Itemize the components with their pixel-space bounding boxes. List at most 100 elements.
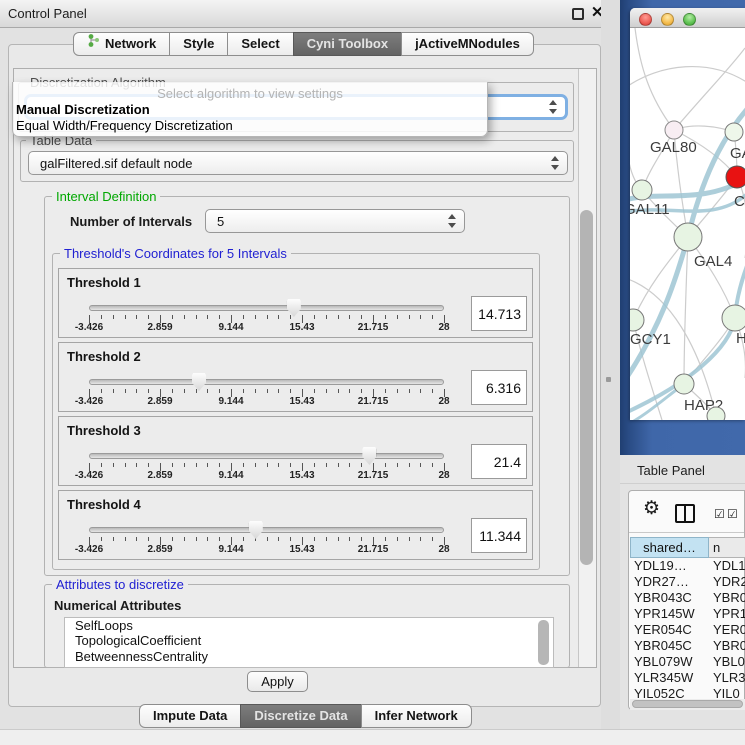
tick-mark [420, 537, 421, 541]
tick-mark [125, 315, 126, 319]
tab-label: Infer Network [375, 705, 458, 727]
tick-mark [349, 463, 350, 467]
tick-mark [148, 463, 149, 467]
network-node-hap2[interactable] [674, 374, 694, 394]
network-window[interactable]: GAL80GACGAL11GAL4GCY1HHAP2 [630, 8, 745, 420]
tick-mark [338, 315, 339, 319]
table-row[interactable]: YIL052CYIL0 [630, 686, 745, 699]
zoom-traffic-light-icon[interactable] [683, 13, 696, 26]
tick-mark [420, 389, 421, 393]
tick-mark [314, 463, 315, 467]
table-row[interactable]: YLR345WYLR3 [630, 670, 745, 686]
tick-label: 21.715 [358, 322, 389, 333]
network-node-c[interactable] [726, 166, 745, 188]
network-node-label: GA [730, 145, 745, 162]
threshold-slider-track[interactable] [89, 305, 444, 311]
threshold-slider-thumb[interactable] [362, 447, 376, 465]
settings-scrollbar-thumb[interactable] [580, 210, 593, 565]
tick-mark [196, 463, 197, 467]
close-traffic-light-icon[interactable] [639, 13, 652, 26]
network-node[interactable] [707, 407, 725, 420]
checkbox-icon[interactable]: ☑ [714, 507, 725, 521]
popup-item-manual-discretization[interactable]: Manual Discretization [16, 102, 150, 117]
checkbox-icon[interactable]: ☑ [727, 507, 738, 521]
tab-impute-data[interactable]: Impute Data [139, 704, 241, 728]
threshold-slider-track[interactable] [89, 379, 444, 385]
cell-name: YDR2 [713, 574, 745, 589]
splitter-handle-icon[interactable] [606, 377, 611, 382]
apply-button[interactable]: Apply [247, 671, 308, 692]
threshold-value-field[interactable]: 6.316 [471, 370, 527, 405]
threshold-box-1: Threshold 1-3.4262.8599.14415.4321.71528… [58, 268, 533, 338]
tick-mark [184, 389, 185, 393]
network-node-gal4[interactable] [674, 223, 702, 251]
threshold-box-3: Threshold 3-3.4262.8599.14415.4321.71528… [58, 416, 533, 486]
tick-mark [314, 537, 315, 541]
threshold-slider-thumb[interactable] [287, 299, 301, 317]
network-node-gcy1[interactable] [630, 309, 644, 331]
column-header-shared-name[interactable]: shared… [630, 537, 709, 558]
table-row[interactable]: YER054CYER0 [630, 622, 745, 638]
tick-mark [196, 537, 197, 541]
table-hscrollbar-thumb[interactable] [632, 700, 743, 708]
numerical-attributes-list[interactable]: SelfLoopsTopologicalCoefficientBetweenne… [64, 617, 554, 668]
tab-discretize-data[interactable]: Discretize Data [240, 704, 361, 728]
tab-infer-network[interactable]: Infer Network [361, 704, 472, 728]
table-row[interactable]: YBR043CYBR0 [630, 590, 745, 606]
tab-select[interactable]: Select [227, 32, 293, 56]
cell-name: YER0 [713, 622, 745, 637]
panel-splitter[interactable] [601, 0, 620, 745]
network-window-titlebar[interactable] [630, 8, 745, 28]
threshold-value-field[interactable]: 21.4 [471, 444, 527, 479]
threshold-value-field[interactable]: 11.344 [471, 518, 527, 553]
table-row[interactable]: YBR045CYBR0 [630, 638, 745, 654]
tick-label: 21.715 [358, 470, 389, 481]
number-of-intervals-combo[interactable]: 5 [205, 209, 465, 233]
tab-network[interactable]: Network [73, 32, 170, 56]
popup-item-equal-width-frequency[interactable]: Equal Width/Frequency Discretization [16, 118, 233, 133]
numerical-attributes-label: Numerical Attributes [54, 598, 181, 613]
tab-label: Impute Data [153, 705, 227, 727]
table-row[interactable]: YDR27…YDR2 [630, 574, 745, 590]
tab-cyni-toolbox[interactable]: Cyni Toolbox [293, 32, 402, 56]
attribute-item[interactable]: BetweennessCentrality [65, 649, 553, 664]
table-row[interactable]: YPR145WYPR1 [630, 606, 745, 622]
tick-label: 9.144 [218, 470, 243, 481]
column-header-name[interactable]: n [709, 537, 745, 558]
network-node-gal11[interactable] [632, 180, 652, 200]
tab-jactivemnodules[interactable]: jActiveMNodules [401, 32, 534, 56]
minimize-traffic-light-icon[interactable] [661, 13, 674, 26]
threshold-slider-thumb[interactable] [249, 521, 263, 539]
table-hscrollbar-track[interactable] [630, 699, 745, 710]
table-row[interactable]: YDL19…YDL1 [630, 558, 745, 574]
gear-icon[interactable]: ⚙ [643, 497, 660, 520]
attribute-item[interactable]: SelfLoops [65, 618, 553, 633]
network-canvas[interactable]: GAL80GACGAL11GAL4GCY1HHAP2 [630, 28, 745, 420]
tab-label: Style [183, 33, 214, 55]
tick-mark [136, 463, 137, 467]
threshold-slider-track[interactable] [89, 527, 444, 533]
node-table: ⚙ ☑ ☑ shared… n YDL19…YDL1YDR27…YDR2YBR0… [628, 490, 745, 710]
network-node-label: H [736, 330, 745, 347]
table-data-combo[interactable]: galFiltered.sif default node [28, 151, 568, 175]
tick-mark [196, 389, 197, 393]
network-node-ga[interactable] [725, 123, 743, 141]
tab-style[interactable]: Style [169, 32, 228, 56]
float-window-icon[interactable] [572, 8, 584, 20]
attribute-item[interactable]: TopologicalCoefficient [65, 633, 553, 648]
table-row[interactable]: YBL079WYBL0 [630, 654, 745, 670]
tick-mark [125, 389, 126, 393]
threshold-value-field[interactable]: 14.713 [471, 296, 527, 331]
attributes-list-scrollbar[interactable] [538, 620, 549, 665]
cell-name: YIL0 [713, 686, 740, 699]
network-node-gal80[interactable] [665, 121, 683, 139]
tick-mark [338, 537, 339, 541]
tick-label: -3.426 [75, 322, 103, 333]
split-columns-icon[interactable] [675, 504, 695, 523]
cell-shared-name: YBL079W [634, 654, 693, 669]
threshold-slider-thumb[interactable] [192, 373, 206, 391]
tick-mark [361, 315, 362, 319]
threshold-slider-track[interactable] [89, 453, 444, 459]
tick-mark [148, 537, 149, 541]
network-node-h[interactable] [722, 305, 745, 331]
